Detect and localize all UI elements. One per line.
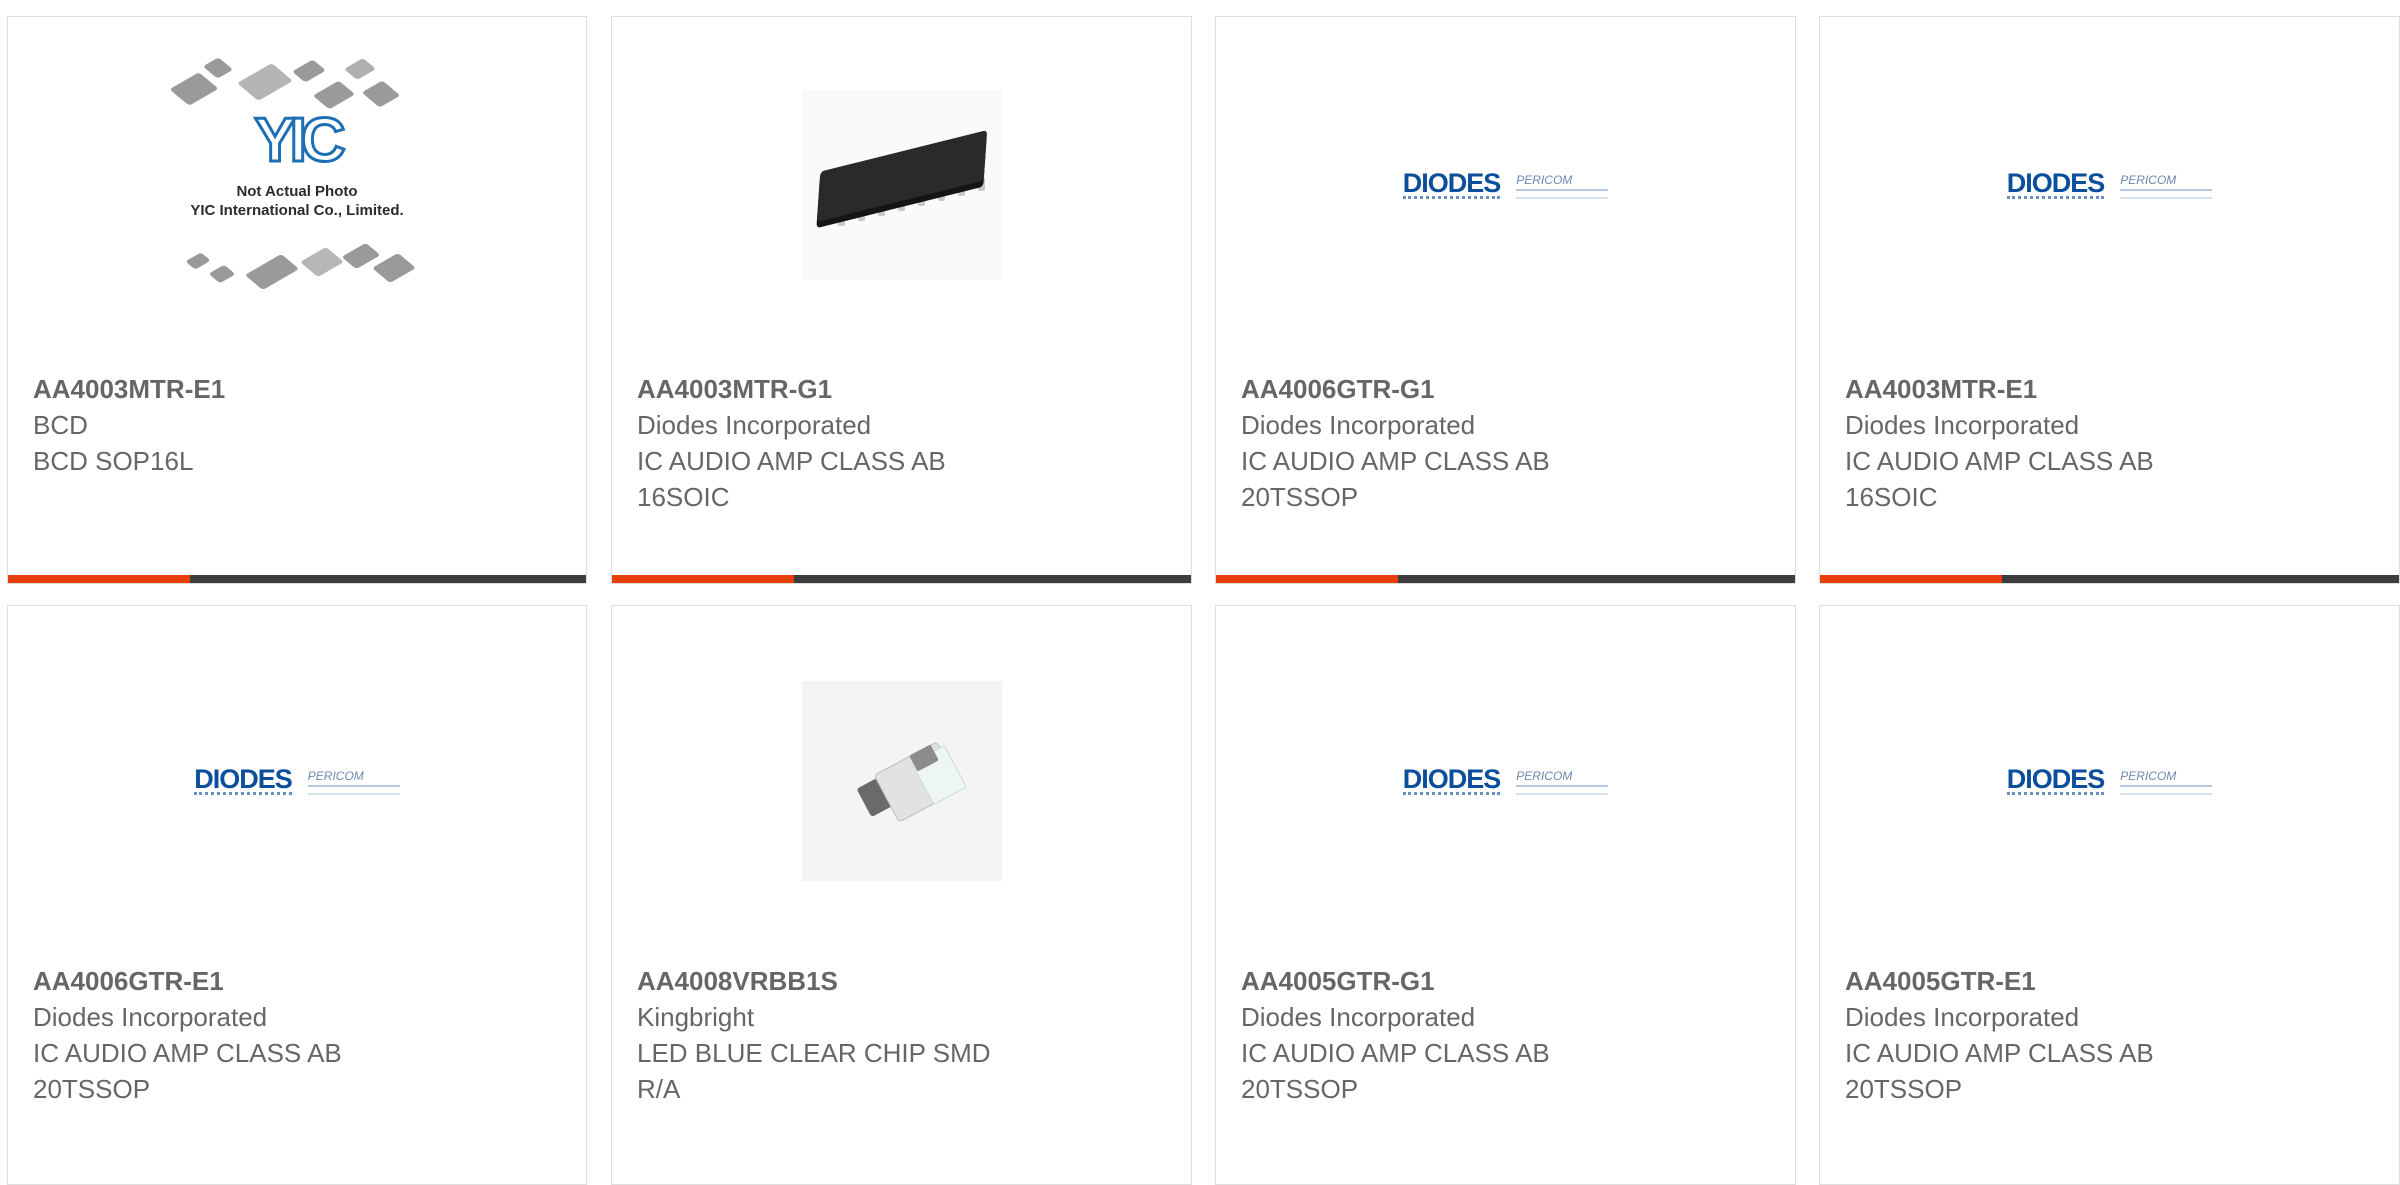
pericom-wordmark: PERICOM (307, 769, 400, 795)
diodes-wordmark: DIODES (194, 764, 293, 795)
description-2: 16SOIC (1845, 482, 1938, 512)
pericom-wordmark: PERICOM (2120, 173, 2213, 199)
description: IC AUDIO AMP CLASS AB (1845, 446, 2154, 476)
product-info: AA4006GTR-E1 Diodes Incorporated IC AUDI… (33, 949, 576, 1107)
card-footer-bar (8, 575, 586, 583)
diodes-logo-icon: DIODES PERICOM (2006, 167, 2213, 199)
diodes-logo-icon: DIODES PERICOM (1402, 764, 1609, 795)
placeholder-company: YIC International Co., Limited. (190, 201, 404, 219)
description: IC AUDIO AMP CLASS AB (637, 446, 946, 476)
card-accent (1216, 575, 1399, 583)
product-info: AA4008VRBB1S Kingbright LED BLUE CLEAR C… (637, 949, 1181, 1107)
manufacturer: Kingbright (637, 1002, 755, 1032)
manufacturer: Diodes Incorporated (1241, 1002, 1476, 1032)
manufacturer: Diodes Incorporated (1845, 1002, 2080, 1032)
part-number[interactable]: AA4005GTR-E1 (1845, 949, 2389, 999)
description: BCD SOP16L (33, 446, 194, 476)
part-number[interactable]: AA4005GTR-G1 (1241, 949, 1785, 999)
product-image[interactable] (612, 606, 1191, 956)
product-card[interactable]: DIODES PERICOM AA4006GTR-E1 Diodes Incor… (7, 605, 587, 1185)
description: IC AUDIO AMP CLASS AB (1845, 1038, 2154, 1068)
card-footer-bar (612, 575, 1191, 583)
description-2: 20TSSOP (1241, 482, 1359, 512)
product-image[interactable]: YIC Not Actual Photo YIC International C… (8, 17, 586, 352)
description: IC AUDIO AMP CLASS AB (1241, 1038, 1550, 1068)
product-card[interactable]: AA4003MTR-G1 Diodes Incorporated IC AUDI… (611, 16, 1192, 584)
product-info: AA4006GTR-G1 Diodes Incorporated IC AUDI… (1241, 357, 1785, 515)
diodes-wordmark: DIODES (2006, 167, 2105, 199)
product-image[interactable]: DIODES PERICOM (8, 606, 586, 956)
manufacturer: Diodes Incorporated (637, 410, 872, 440)
soic-chip-image (801, 89, 1002, 280)
description: LED BLUE CLEAR CHIP SMD (637, 1038, 991, 1068)
pericom-wordmark: PERICOM (1516, 769, 1609, 795)
product-info: AA4005GTR-G1 Diodes Incorporated IC AUDI… (1241, 949, 1785, 1107)
placeholder-caption: Not Actual Photo (236, 182, 358, 200)
description-2: 20TSSOP (33, 1074, 151, 1104)
part-number[interactable]: AA4003MTR-E1 (1845, 357, 2389, 407)
yic-placeholder-image: YIC Not Actual Photo YIC International C… (147, 55, 447, 315)
product-card[interactable]: DIODES PERICOM AA4005GTR-G1 Diodes Incor… (1215, 605, 1796, 1185)
product-info: AA4003MTR-E1 BCD BCD SOP16L (33, 357, 576, 479)
diodes-logo-icon: DIODES PERICOM (194, 764, 400, 795)
description-2: 16SOIC (637, 482, 730, 512)
manufacturer: Diodes Incorporated (1241, 410, 1476, 440)
product-image[interactable] (612, 17, 1191, 352)
manufacturer: Diodes Incorporated (33, 1002, 268, 1032)
product-info: AA4005GTR-E1 Diodes Incorporated IC AUDI… (1845, 949, 2389, 1107)
description-2: 20TSSOP (1241, 1074, 1359, 1104)
product-card[interactable]: YIC Not Actual Photo YIC International C… (7, 16, 587, 584)
part-number[interactable]: AA4006GTR-E1 (33, 949, 576, 999)
part-number[interactable]: AA4003MTR-E1 (33, 357, 576, 407)
product-card[interactable]: AA4008VRBB1S Kingbright LED BLUE CLEAR C… (611, 605, 1192, 1185)
diodes-wordmark: DIODES (2006, 764, 2105, 795)
product-info: AA4003MTR-E1 Diodes Incorporated IC AUDI… (1845, 357, 2389, 515)
product-card[interactable]: DIODES PERICOM AA4006GTR-G1 Diodes Incor… (1215, 16, 1796, 584)
card-accent (1820, 575, 2003, 583)
part-number[interactable]: AA4006GTR-G1 (1241, 357, 1785, 407)
diodes-logo-icon: DIODES PERICOM (2006, 764, 2213, 795)
card-footer-bar (1216, 575, 1795, 583)
card-footer-bar (1820, 575, 2399, 583)
product-image[interactable]: DIODES PERICOM (1820, 606, 2399, 956)
description: IC AUDIO AMP CLASS AB (33, 1038, 342, 1068)
product-image[interactable]: DIODES PERICOM (1216, 606, 1795, 956)
product-image[interactable]: DIODES PERICOM (1216, 17, 1795, 352)
product-card[interactable]: DIODES PERICOM AA4003MTR-E1 Diodes Incor… (1819, 16, 2400, 584)
description-2: R/A (637, 1074, 681, 1104)
part-number[interactable]: AA4003MTR-G1 (637, 357, 1181, 407)
product-card[interactable]: DIODES PERICOM AA4005GTR-E1 Diodes Incor… (1819, 605, 2400, 1185)
part-number[interactable]: AA4008VRBB1S (637, 949, 1181, 999)
product-image[interactable]: DIODES PERICOM (1820, 17, 2399, 352)
card-accent (8, 575, 191, 583)
yic-logo-icon: YIC (253, 105, 347, 175)
manufacturer: Diodes Incorporated (1845, 410, 2080, 440)
diodes-logo-icon: DIODES PERICOM (1402, 167, 1609, 199)
pericom-wordmark: PERICOM (2120, 769, 2213, 795)
description: IC AUDIO AMP CLASS AB (1241, 446, 1550, 476)
product-info: AA4003MTR-G1 Diodes Incorporated IC AUDI… (637, 357, 1181, 515)
card-accent (612, 575, 795, 583)
description-2: 20TSSOP (1845, 1074, 1963, 1104)
manufacturer: BCD (33, 410, 88, 440)
pericom-wordmark: PERICOM (1516, 173, 1609, 199)
diodes-wordmark: DIODES (1402, 764, 1501, 795)
diodes-wordmark: DIODES (1402, 167, 1501, 199)
led-chip-image (801, 681, 1002, 881)
